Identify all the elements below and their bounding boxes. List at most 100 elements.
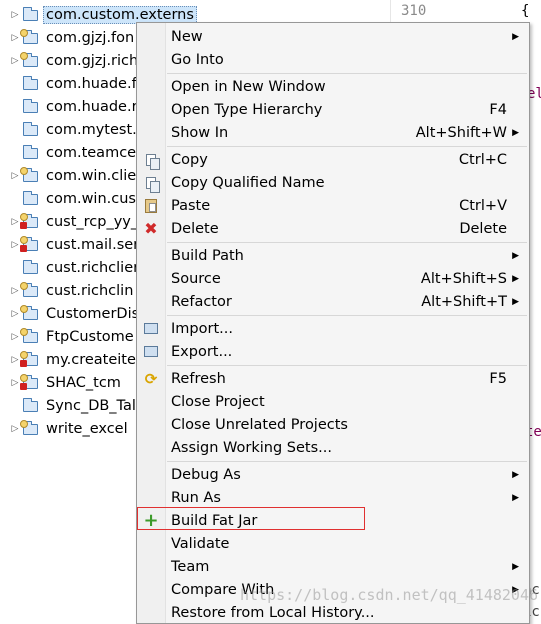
- highlight-annotation-box: [137, 507, 365, 530]
- menu-item-open-in-new-window[interactable]: Open in New Window: [137, 75, 529, 98]
- expand-arrow-icon[interactable]: ▷: [10, 171, 20, 181]
- menu-item-label: Build Path: [171, 247, 244, 264]
- menu-separator: [167, 365, 527, 366]
- shortcut-label: Ctrl+C: [458, 151, 507, 168]
- jar-overlay-icon: [20, 305, 28, 313]
- expand-arrow-icon[interactable]: ▷: [10, 309, 20, 319]
- expand-arrow-icon[interactable]: ▷: [10, 56, 20, 66]
- menu-item-label: Refresh: [171, 370, 226, 387]
- submenu-arrow-icon: ▶: [512, 469, 519, 480]
- menu-item-label: Open Type Hierarchy: [171, 101, 323, 118]
- menu-item-label: Run As: [171, 489, 221, 506]
- menu-item-build-path[interactable]: Build Path ▶: [137, 244, 529, 267]
- menu-item-import[interactable]: Import...: [137, 317, 529, 340]
- project-folder-icon: [20, 305, 40, 321]
- tree-item-label: com.win.cus: [46, 191, 136, 207]
- submenu-arrow-icon: ▶: [512, 296, 519, 307]
- tree-item-label: FtpCustome: [46, 329, 134, 345]
- shortcut-label: Delete: [459, 220, 507, 237]
- project-folder-icon: [23, 76, 40, 91]
- import-icon: [143, 321, 159, 337]
- expand-arrow-icon[interactable]: ▷: [10, 286, 20, 296]
- shortcut-label: F5: [489, 370, 507, 387]
- menu-item-go-into[interactable]: Go Into: [137, 48, 529, 71]
- line-number: 310: [401, 3, 427, 19]
- project-folder-icon: [23, 191, 40, 206]
- jar-overlay-icon: [20, 282, 28, 290]
- menu-item-assign-working-sets[interactable]: Assign Working Sets...: [137, 436, 529, 459]
- menu-item-label: Close Project: [171, 393, 265, 410]
- menu-item-team[interactable]: Team ▶: [137, 555, 529, 578]
- menu-item-label: Delete: [171, 220, 219, 237]
- error-overlay-icon: [20, 245, 27, 252]
- menu-item-label: Restore from Local History...: [171, 604, 375, 621]
- tree-item-label: com.gjzj.fon: [46, 30, 135, 46]
- menu-separator: [167, 242, 527, 243]
- menu-item-run-as[interactable]: Run As ▶: [137, 486, 529, 509]
- expand-arrow-icon[interactable]: ▷: [10, 378, 20, 388]
- menu-item-debug-as[interactable]: Debug As ▶: [137, 463, 529, 486]
- tree-item-label: com.teamce: [46, 145, 137, 161]
- menu-separator: [167, 146, 527, 147]
- delete-icon: ✖: [144, 218, 158, 238]
- menu-item-label: Open in New Window: [171, 78, 326, 95]
- tree-item-label: cust.richclin: [46, 283, 134, 299]
- menu-item-label: Debug As: [171, 466, 241, 483]
- menu-item-source[interactable]: Source Alt+Shift+S ▶: [137, 267, 529, 290]
- menu-item-restore-from-local-history[interactable]: Restore from Local History...: [137, 601, 529, 623]
- menu-item-label: Assign Working Sets...: [171, 439, 333, 456]
- menu-separator: [167, 73, 527, 74]
- project-folder-icon: [23, 260, 40, 275]
- menu-item-build-fat-jar[interactable]: + Build Fat Jar: [137, 507, 529, 532]
- menu-item-label: Copy: [171, 151, 208, 168]
- menu-item-validate[interactable]: Validate: [137, 532, 529, 555]
- project-folder-icon: [20, 167, 40, 183]
- menu-item-label: Show In: [171, 124, 229, 141]
- project-folder-icon: [20, 328, 40, 344]
- expand-arrow-icon[interactable]: ▷: [10, 424, 20, 434]
- menu-item-delete[interactable]: ✖ Delete Delete: [137, 217, 529, 240]
- menu-item-show-in[interactable]: Show In Alt+Shift+W ▶: [137, 121, 529, 144]
- tree-item-label: CustomerDis: [46, 306, 140, 322]
- menu-item-refresh[interactable]: ⟳ Refresh F5: [137, 367, 529, 390]
- menu-item-label: Validate: [171, 535, 230, 552]
- menu-item-copy[interactable]: Copy Ctrl+C: [137, 148, 529, 171]
- project-folder-icon: [20, 420, 40, 436]
- menu-item-open-type-hierarchy[interactable]: Open Type Hierarchy F4: [137, 98, 529, 121]
- submenu-arrow-icon: ▶: [512, 250, 519, 261]
- error-overlay-icon: [20, 383, 27, 390]
- expand-arrow-icon[interactable]: ▷: [10, 10, 20, 20]
- tree-item-label: write_excel: [46, 421, 128, 437]
- jar-overlay-icon: [20, 29, 28, 37]
- expand-arrow-icon[interactable]: ▷: [10, 33, 20, 43]
- project-folder-icon: [23, 122, 40, 137]
- menu-item-copy-qualified-name[interactable]: Copy Qualified Name: [137, 171, 529, 194]
- menu-item-export[interactable]: Export...: [137, 340, 529, 363]
- expand-arrow-icon[interactable]: ▷: [10, 240, 20, 250]
- menu-item-close-unrelated-projects[interactable]: Close Unrelated Projects: [137, 413, 529, 436]
- menu-item-close-project[interactable]: Close Project: [137, 390, 529, 413]
- expand-arrow-icon[interactable]: ▷: [10, 355, 20, 365]
- menu-separator: [167, 461, 527, 462]
- menu-item-refactor[interactable]: Refactor Alt+Shift+T ▶: [137, 290, 529, 313]
- context-menu: New ▶ Go Into Open in New Window Open Type H…: [136, 22, 530, 624]
- menu-item-label: Copy Qualified Name: [171, 174, 325, 191]
- jar-overlay-icon: [20, 328, 28, 336]
- export-icon: [143, 344, 159, 360]
- tree-item-label: cust.mail.ser: [46, 237, 140, 253]
- project-folder-icon: [20, 213, 40, 229]
- menu-item-label: Team: [171, 558, 210, 575]
- expand-arrow-icon[interactable]: ▷: [10, 217, 20, 227]
- expand-arrow-icon[interactable]: ▷: [10, 332, 20, 342]
- project-folder-icon: [23, 145, 40, 160]
- submenu-arrow-icon: ▶: [512, 561, 519, 572]
- jar-overlay-icon: [20, 351, 28, 359]
- watermark: https://blog.csdn.net/qq_41482046: [240, 586, 539, 604]
- menu-item-label: Paste: [171, 197, 211, 214]
- error-overlay-icon: [20, 222, 27, 229]
- tree-item-label: cust.richclier: [46, 260, 140, 276]
- menu-item-new[interactable]: New ▶: [137, 25, 529, 48]
- tree-item-label: com.mytest.: [46, 122, 137, 138]
- menu-item-paste[interactable]: Paste Ctrl+V: [137, 194, 529, 217]
- project-folder-icon: [23, 398, 40, 413]
